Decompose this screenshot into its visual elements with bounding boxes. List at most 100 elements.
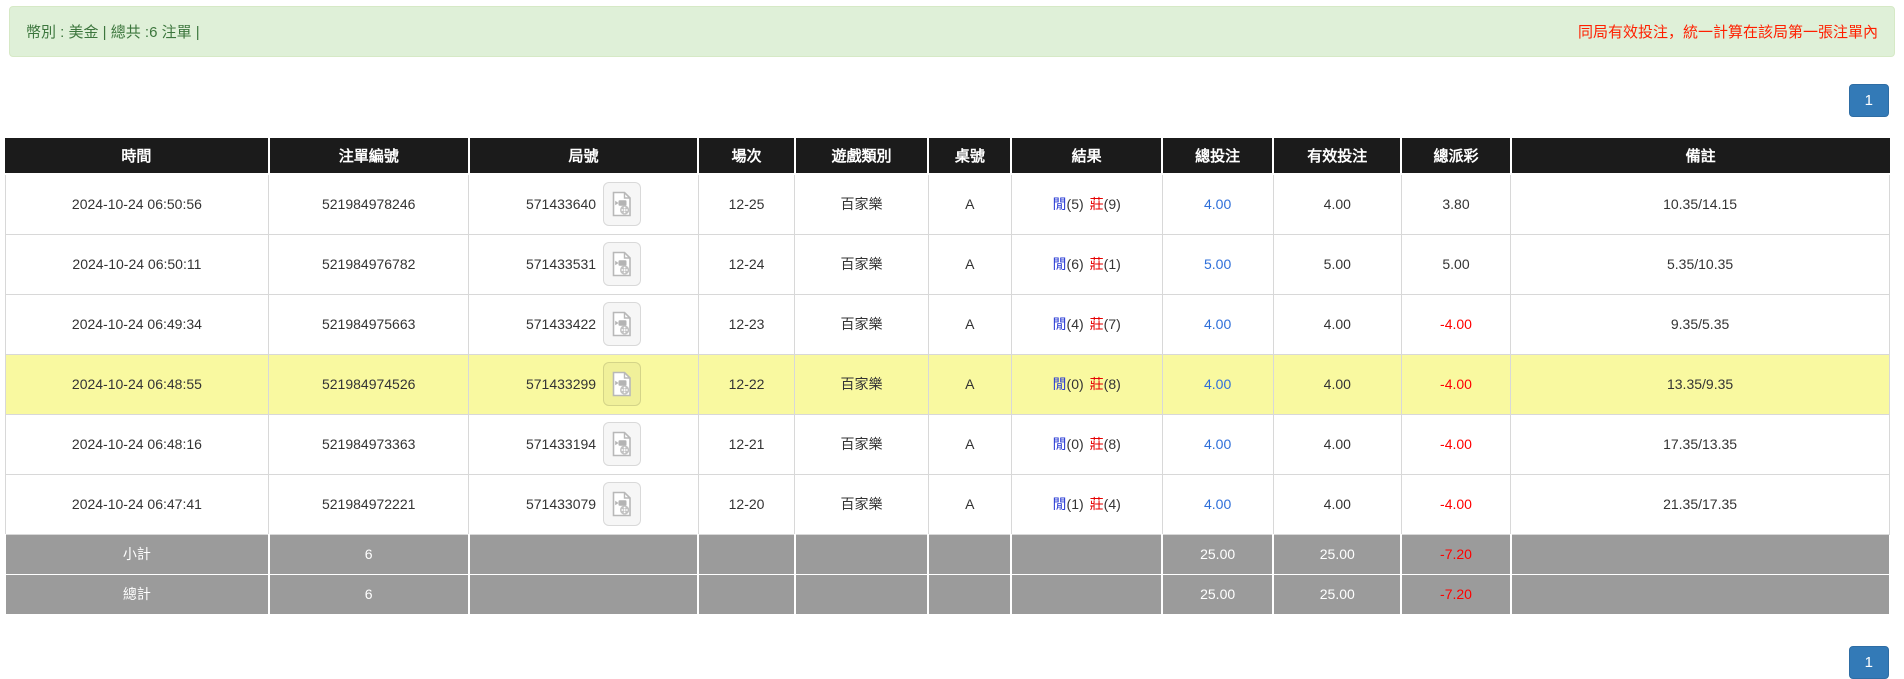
session-cell: 12-23 [697, 293, 796, 355]
total-bet-link[interactable]: 4.00 [1204, 496, 1231, 512]
col-header-bet-id: 注單編號 [267, 138, 469, 175]
round-cell: 571433422 [468, 293, 699, 355]
time-cell: 2024-10-24 06:50:11 [4, 233, 270, 295]
table-no-cell: A [927, 353, 1012, 415]
total-bet-cell: 5.00 [1161, 233, 1274, 295]
video-replay-button[interactable] [603, 302, 642, 346]
summary-alert: 幣別 : 美金 | 總共 :6 注單 | 同局有效投注，統一計算在該局第一張注單… [9, 6, 1895, 57]
col-header-payout: 總派彩 [1400, 138, 1511, 175]
round-id: 571433299 [525, 376, 597, 392]
game-type-cell: 百家樂 [794, 353, 929, 415]
col-header-round: 局號 [467, 138, 699, 175]
banker-result-label: 莊 [1089, 496, 1104, 512]
payout-cell: -4.00 [1400, 293, 1512, 355]
player-result-label: 閒 [1052, 496, 1067, 512]
video-replay-icon [612, 371, 631, 397]
video-replay-icon [612, 491, 631, 517]
video-replay-button[interactable] [603, 182, 642, 227]
col-header-time: 時間 [5, 138, 269, 175]
table-row: 2024-10-24 06:49:34 521984975663 5714334… [4, 293, 1890, 355]
round-cell: 571433299 [468, 353, 699, 415]
page-button-1[interactable]: 1 [1848, 84, 1889, 117]
pagination-bottom: 1 [0, 645, 1904, 679]
total-bet-cell: 4.00 [1161, 293, 1274, 355]
total-bet-link[interactable]: 5.00 [1204, 256, 1231, 272]
session-cell: 12-22 [697, 353, 796, 415]
game-type-cell: 百家樂 [794, 413, 929, 475]
pagination-top: 1 [0, 84, 1904, 117]
valid-bet-note: 同局有效投注，統一計算在該局第一張注單內 [1577, 24, 1878, 41]
time-cell: 2024-10-24 06:50:56 [4, 173, 270, 235]
time-cell: 2024-10-24 06:47:41 [4, 473, 270, 535]
table-no-cell: A [927, 233, 1012, 295]
player-result-label: 閒 [1052, 256, 1067, 272]
payout-cell: -4.00 [1400, 413, 1512, 475]
game-type-cell: 百家樂 [794, 233, 929, 295]
table-row: 2024-10-24 06:50:11 521984976782 5714335… [4, 233, 1890, 295]
valid-bet-cell: 4.00 [1272, 413, 1402, 475]
video-replay-icon [612, 311, 631, 337]
result-cell: 閒(1) 莊(4) [1010, 473, 1163, 535]
banker-result-label: 莊 [1089, 436, 1104, 452]
valid-bet-cell: 4.00 [1272, 473, 1402, 535]
total-valid-bet: 25.00 [1272, 573, 1402, 615]
bet-id-cell: 521984975663 [268, 293, 470, 355]
valid-bet-cell: 4.00 [1272, 173, 1402, 235]
total-bet-cell: 4.00 [1161, 173, 1274, 235]
bet-id-cell: 521984973363 [268, 413, 470, 475]
payout-cell: 5.00 [1400, 233, 1512, 295]
remark-cell: 21.35/17.35 [1510, 473, 1890, 535]
subtotal-valid-bet: 25.00 [1272, 533, 1402, 575]
video-replay-icon [612, 191, 631, 217]
payout-cell: 3.80 [1400, 173, 1512, 235]
currency-summary-text: 幣別 : 美金 | 總共 :6 注單 | [26, 24, 200, 41]
total-bet-link[interactable]: 4.00 [1204, 436, 1231, 452]
table-row: 2024-10-24 06:47:41 521984972221 5714330… [4, 473, 1890, 535]
payout-cell: -4.00 [1400, 353, 1512, 415]
col-header-game-type: 遊戲類別 [793, 138, 929, 175]
banker-result-label: 莊 [1089, 256, 1104, 272]
game-type-cell: 百家樂 [794, 293, 929, 355]
round-id: 571433422 [525, 316, 597, 332]
player-result-label: 閒 [1052, 196, 1067, 213]
valid-bet-cell: 4.00 [1272, 293, 1402, 355]
payout-cell: -4.00 [1400, 473, 1512, 535]
valid-bet-cell: 5.00 [1272, 233, 1402, 295]
video-replay-button[interactable] [603, 422, 642, 466]
player-result-label: 閒 [1052, 436, 1067, 452]
table-row: 2024-10-24 06:48:16 521984973363 5714331… [4, 413, 1890, 475]
result-cell: 閒(0) 莊(8) [1010, 353, 1163, 415]
subtotal-row: 小計 6 25.00 25.00 -7.20 [4, 533, 1890, 575]
round-cell: 571433194 [468, 413, 699, 475]
video-replay-button[interactable] [603, 362, 642, 406]
remark-cell: 5.35/10.35 [1510, 233, 1890, 295]
col-header-table-no: 桌號 [927, 138, 1012, 175]
total-bet-cell: 4.00 [1161, 353, 1274, 415]
col-header-total-bet: 總投注 [1161, 138, 1274, 175]
table-no-cell: A [927, 173, 1012, 235]
round-id: 571433531 [525, 256, 597, 272]
col-header-result: 結果 [1010, 138, 1163, 175]
game-type-cell: 百家樂 [794, 173, 929, 235]
total-bet-cell: 4.00 [1161, 473, 1274, 535]
total-label: 總計 [4, 573, 270, 615]
result-cell: 閒(0) 莊(8) [1010, 413, 1163, 475]
video-replay-button[interactable] [603, 242, 642, 286]
total-bet-link[interactable]: 4.00 [1204, 376, 1231, 392]
header-row: 時間 注單編號 局號 場次 遊戲類別 桌號 結果 總投注 有效投注 總派彩 備註 [5, 138, 1890, 175]
col-header-remark: 備註 [1509, 138, 1890, 175]
col-header-valid-bet: 有效投注 [1272, 138, 1402, 175]
time-cell: 2024-10-24 06:49:34 [4, 293, 270, 355]
round-id: 571433079 [525, 496, 597, 512]
total-total-bet: 25.00 [1161, 573, 1274, 615]
total-bet-link[interactable]: 4.00 [1204, 196, 1231, 212]
bet-records-table: 時間 注單編號 局號 場次 遊戲類別 桌號 結果 總投注 有效投注 總派彩 備註… [4, 138, 1890, 615]
total-bet-cell: 4.00 [1161, 413, 1274, 475]
game-type-cell: 百家樂 [794, 473, 929, 535]
session-cell: 12-21 [697, 413, 796, 475]
page-button-1[interactable]: 1 [1848, 645, 1889, 679]
video-replay-button[interactable] [603, 482, 642, 526]
player-result-label: 閒 [1052, 376, 1067, 392]
remark-cell: 9.35/5.35 [1510, 293, 1890, 355]
total-bet-link[interactable]: 4.00 [1204, 316, 1231, 332]
